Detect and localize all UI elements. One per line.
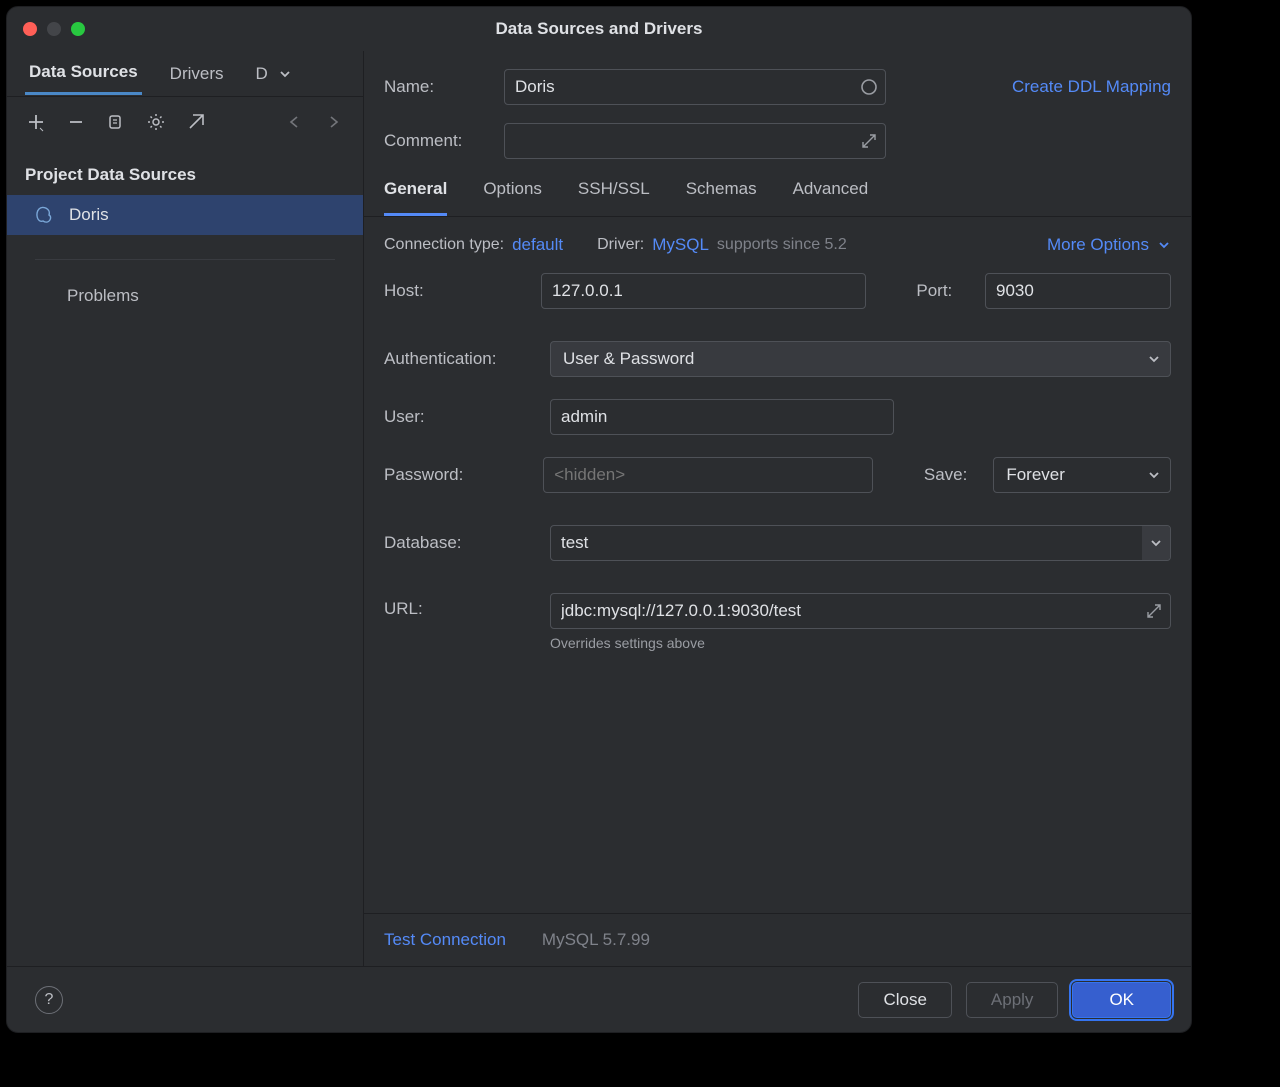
undo-icon[interactable] [283, 111, 305, 133]
tab-options[interactable]: Options [483, 179, 542, 216]
connection-type-value[interactable]: default [512, 235, 563, 255]
tab-advanced[interactable]: Advanced [793, 179, 869, 216]
connection-type-label: Connection type: [384, 236, 504, 254]
datasource-icon [35, 205, 55, 225]
password-label: Password: [384, 465, 527, 485]
color-circle-icon[interactable] [858, 76, 880, 98]
user-label: User: [384, 407, 534, 427]
host-input[interactable] [541, 273, 866, 309]
close-window-button[interactable] [23, 22, 37, 36]
make-global-icon[interactable] [185, 111, 207, 133]
tab-schemas[interactable]: Schemas [686, 179, 757, 216]
more-options-link[interactable]: More Options [1047, 235, 1149, 255]
chevron-down-icon[interactable] [1157, 238, 1171, 252]
close-button[interactable]: Close [858, 982, 951, 1018]
section-project-data-sources: Project Data Sources [7, 147, 363, 195]
connection-version: MySQL 5.7.99 [542, 930, 650, 950]
expand-icon[interactable] [858, 130, 880, 152]
redo-icon[interactable] [323, 111, 345, 133]
comment-input[interactable] [504, 123, 886, 159]
tab-data-sources[interactable]: Data Sources [25, 52, 142, 95]
tab-general[interactable]: General [384, 179, 447, 216]
driver-supports: supports since 5.2 [717, 236, 847, 254]
ok-button[interactable]: OK [1072, 982, 1171, 1018]
add-icon[interactable] [25, 111, 47, 133]
url-label: URL: [384, 593, 534, 619]
name-input[interactable] [504, 69, 886, 105]
data-source-item[interactable]: Doris [7, 195, 363, 235]
name-label: Name: [384, 77, 488, 97]
user-input[interactable] [550, 399, 894, 435]
problems-item[interactable]: Problems [7, 274, 363, 318]
database-input[interactable] [550, 525, 1171, 561]
url-note: Overrides settings above [550, 635, 1171, 651]
tab-ddl-mappings[interactable]: DDL Mappings [252, 54, 268, 94]
tab-drivers[interactable]: Drivers [166, 54, 228, 94]
tab-ssh-ssl[interactable]: SSH/SSL [578, 179, 650, 216]
remove-icon[interactable] [65, 111, 87, 133]
comment-label: Comment: [384, 131, 488, 151]
minimize-window-button[interactable] [47, 22, 61, 36]
settings-icon[interactable] [145, 111, 167, 133]
authentication-select[interactable]: User & Password [550, 341, 1171, 377]
save-label: Save: [924, 465, 977, 485]
password-input[interactable] [543, 457, 873, 493]
chevron-down-icon[interactable] [274, 63, 296, 85]
url-input[interactable] [550, 593, 1171, 629]
port-input[interactable] [985, 273, 1171, 309]
help-button[interactable]: ? [35, 986, 63, 1014]
zoom-window-button[interactable] [71, 22, 85, 36]
window-title: Data Sources and Drivers [7, 19, 1191, 39]
expand-icon[interactable] [1143, 600, 1165, 622]
driver-label: Driver: [597, 236, 644, 254]
apply-button[interactable]: Apply [966, 982, 1059, 1018]
driver-value[interactable]: MySQL [652, 235, 709, 255]
divider [35, 259, 335, 260]
authentication-label: Authentication: [384, 349, 534, 369]
port-label: Port: [916, 281, 969, 301]
save-select[interactable]: Forever [993, 457, 1171, 493]
test-connection-link[interactable]: Test Connection [384, 930, 506, 950]
duplicate-icon[interactable] [105, 111, 127, 133]
data-source-label: Doris [69, 205, 109, 225]
create-ddl-mapping-link[interactable]: Create DDL Mapping [1012, 77, 1171, 97]
database-label: Database: [384, 533, 534, 553]
host-label: Host: [384, 281, 525, 301]
